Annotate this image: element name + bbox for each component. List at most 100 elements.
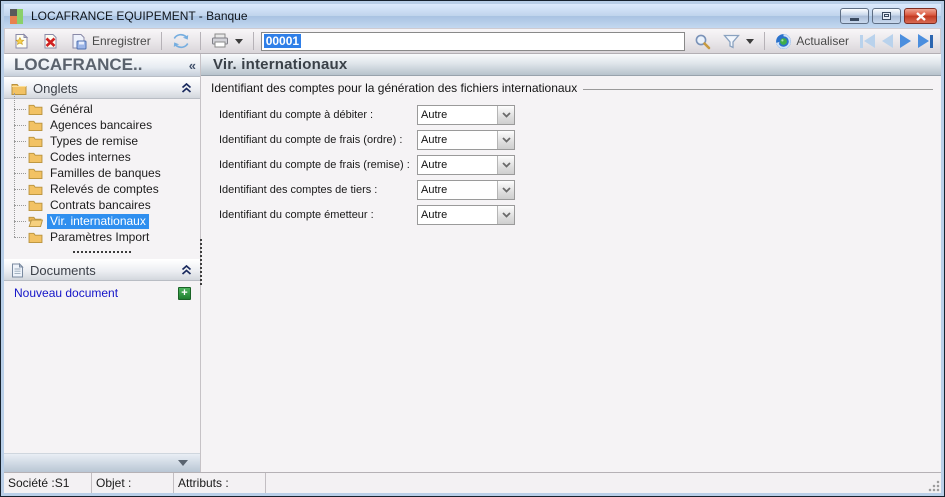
refresh-icon bbox=[173, 33, 189, 49]
sidebar-item-label: Paramètres Import bbox=[50, 229, 150, 244]
document-icon bbox=[12, 262, 24, 277]
panel-header-documents[interactable]: Documents bbox=[4, 259, 200, 281]
sidebar-item-familles-de-banques[interactable]: Familles de banques bbox=[14, 157, 200, 181]
nav-previous-button[interactable] bbox=[882, 34, 893, 48]
close-button[interactable] bbox=[904, 8, 937, 24]
frais-ordre-select[interactable]: Autre bbox=[417, 130, 515, 150]
compte-a-debiter-select[interactable]: Autre bbox=[417, 105, 515, 125]
folder-icon bbox=[28, 120, 43, 131]
toolbar-separator bbox=[160, 32, 162, 50]
combo-dropdown-button[interactable] bbox=[497, 206, 514, 224]
actualiser-button[interactable]: Actualiser bbox=[770, 30, 854, 52]
fieldset-legend-line bbox=[583, 88, 933, 90]
compte-emetteur-select[interactable]: Autre bbox=[417, 205, 515, 225]
collapse-chevron-icon[interactable] bbox=[181, 265, 192, 275]
sidebar: LOCAFRANCE.. « Onglets Général Agences b… bbox=[4, 54, 201, 472]
status-attributs: Attributs : bbox=[174, 473, 266, 493]
toolbar-separator bbox=[199, 32, 201, 50]
new-record-button[interactable] bbox=[8, 30, 35, 52]
record-number-value: 00001 bbox=[263, 34, 302, 48]
printer-icon bbox=[211, 33, 228, 48]
frais-remise-select[interactable]: Autre bbox=[417, 155, 515, 175]
comptes-de-tiers-select[interactable]: Autre bbox=[417, 180, 515, 200]
actualiser-icon bbox=[776, 33, 792, 49]
filter-dropdown-arrow-icon[interactable] bbox=[746, 38, 755, 44]
actualiser-button-label: Actualiser bbox=[796, 34, 849, 48]
sidebar-resize-handle[interactable] bbox=[200, 239, 202, 285]
nav-next-button[interactable] bbox=[900, 34, 911, 48]
chevron-down-icon bbox=[501, 212, 511, 218]
sidebar-item-vir-internationaux[interactable]: Vir. internationaux bbox=[14, 205, 200, 229]
collapse-chevron-icon[interactable] bbox=[181, 83, 192, 93]
refresh-button[interactable] bbox=[167, 30, 195, 52]
print-dropdown-arrow-icon[interactable] bbox=[234, 38, 243, 44]
folder-icon bbox=[28, 168, 43, 179]
folder-icon bbox=[28, 104, 43, 115]
nav-last-button[interactable] bbox=[918, 34, 933, 48]
sidebar-item-agences-bancaires[interactable]: Agences bancaires bbox=[14, 109, 200, 133]
sidebar-title: LOCAFRANCE.. bbox=[14, 55, 143, 74]
field-label: Identifiant du compte émetteur : bbox=[219, 209, 374, 221]
page-title: Vir. internationaux bbox=[213, 56, 348, 73]
tree-connector bbox=[14, 205, 15, 221]
app-logo-icon bbox=[10, 8, 25, 24]
folder-icon bbox=[28, 152, 43, 163]
combo-dropdown-button[interactable] bbox=[497, 106, 514, 124]
tree-connector bbox=[14, 189, 15, 205]
window-title: LOCAFRANCE EQUIPEMENT - Banque bbox=[31, 9, 248, 23]
sidebar-item-general[interactable]: Général bbox=[14, 93, 200, 117]
chevron-down-icon bbox=[501, 187, 511, 193]
sidebar-item-releves-de-comptes[interactable]: Relevés de comptes bbox=[14, 173, 200, 197]
tree-connector bbox=[14, 141, 15, 157]
combo-dropdown-button[interactable] bbox=[497, 131, 514, 149]
chevron-down-icon bbox=[501, 112, 511, 118]
sidebar-item-label: Relevés de comptes bbox=[50, 181, 159, 196]
resize-grip[interactable] bbox=[928, 480, 940, 492]
nav-first-button[interactable] bbox=[860, 34, 875, 48]
sidebar-collapse-icon[interactable]: « bbox=[189, 58, 196, 73]
combo-dropdown-button[interactable] bbox=[497, 156, 514, 174]
record-number-input[interactable]: 00001 bbox=[260, 31, 686, 51]
new-document-link[interactable]: Nouveau document bbox=[14, 286, 118, 300]
tree-connector bbox=[14, 237, 26, 238]
add-document-button[interactable]: + bbox=[178, 286, 191, 300]
delete-record-button[interactable] bbox=[37, 30, 64, 52]
onglets-tree: Général Agences bancaires Types de remis… bbox=[4, 93, 200, 245]
app-window: LOCAFRANCE EQUIPEMENT - Banque Enregistr… bbox=[0, 0, 945, 497]
status-empty bbox=[266, 473, 941, 493]
tree-connector bbox=[14, 173, 15, 189]
form-row-compte-emetteur: Identifiant du compte émetteur : Autre bbox=[219, 205, 941, 225]
tree-connector bbox=[14, 221, 26, 222]
folder-icon bbox=[28, 184, 43, 195]
sidebar-item-codes-internes[interactable]: Codes internes bbox=[14, 141, 200, 165]
sidebar-item-contrats-bancaires[interactable]: Contrats bancaires bbox=[14, 189, 200, 213]
maximize-button[interactable] bbox=[872, 8, 901, 24]
selected-value: Autre bbox=[421, 159, 448, 171]
tree-connector bbox=[14, 205, 26, 206]
window-controls bbox=[840, 8, 937, 24]
panel-splitter-handle[interactable] bbox=[4, 245, 200, 259]
filter-icon bbox=[723, 34, 741, 49]
sidebar-empty-area bbox=[4, 303, 200, 453]
panel-header-onglets[interactable]: Onglets bbox=[4, 77, 200, 99]
sidebar-item-parametres-import[interactable]: Paramètres Import bbox=[14, 221, 200, 245]
minimize-button[interactable] bbox=[840, 8, 869, 24]
sidebar-item-label: Contrats bancaires bbox=[50, 197, 151, 212]
save-button[interactable]: Enregistrer bbox=[66, 30, 156, 52]
tree-connector bbox=[14, 109, 26, 110]
print-button[interactable] bbox=[206, 30, 248, 52]
form: Identifiant du compte à débiter : Autre … bbox=[201, 95, 941, 230]
main-header: Vir. internationaux bbox=[201, 54, 941, 76]
search-button[interactable] bbox=[689, 30, 716, 52]
open-folder-icon bbox=[28, 216, 43, 227]
sidebar-item-label: Types de remise bbox=[50, 133, 139, 148]
filter-button[interactable] bbox=[718, 30, 759, 52]
sidebar-item-types-de-remise[interactable]: Types de remise bbox=[14, 125, 200, 149]
sidebar-title-bar: LOCAFRANCE.. « bbox=[4, 54, 200, 77]
sidebar-footer[interactable] bbox=[4, 453, 200, 472]
form-row-comptes-de-tiers: Identifiant des comptes de tiers : Autre bbox=[219, 180, 941, 200]
panel-label-onglets: Onglets bbox=[33, 80, 78, 96]
sidebar-item-label: Familles de banques bbox=[50, 165, 161, 180]
combo-dropdown-button[interactable] bbox=[497, 181, 514, 199]
sidebar-item-label: Agences bancaires bbox=[50, 117, 153, 132]
